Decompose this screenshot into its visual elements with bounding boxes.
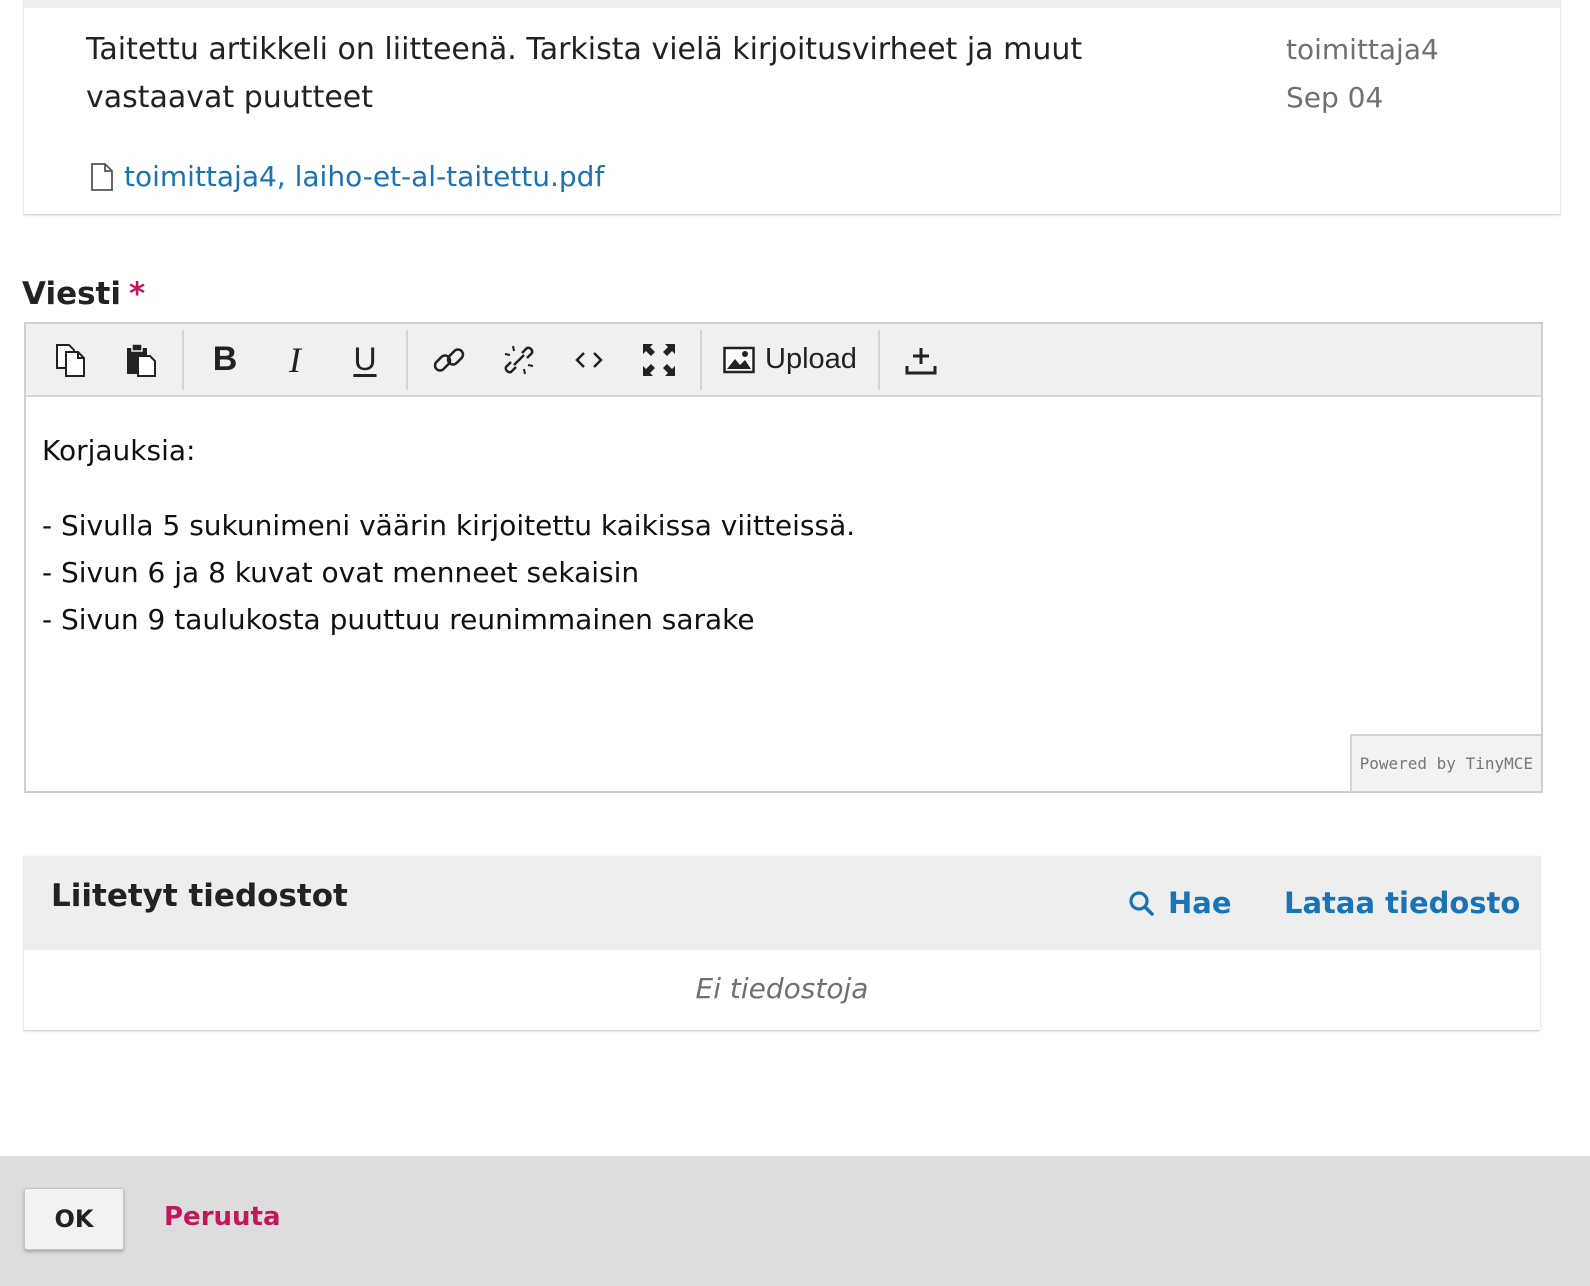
powered-by-tinymce[interactable]: Powered by TinyMCE [1349,734,1541,791]
file-icon [91,162,113,191]
search-files-button[interactable]: Hae [1128,886,1232,920]
upload-image-button[interactable]: Upload [711,333,869,387]
fullscreen-icon [643,343,675,376]
modal-footer: OK Peruuta [0,1156,1590,1286]
editor-line: - Sivun 9 taulukosta puuttuu reunimmaine… [42,603,755,636]
attached-files-header: Liitetyt tiedostot Hae Lataa tiedosto [24,856,1540,950]
toolbar-group-format: B I U [184,329,408,390]
rich-text-editor: B I U Upload Korjauksia: - Sivulla 5 suk… [24,322,1543,793]
message-label-text: Viesti [22,276,121,312]
underline-button[interactable]: U [333,333,397,387]
attachment-link[interactable]: toimittaja4, laiho-et-al-taitettu.pdf [90,160,604,193]
copy-button[interactable] [39,333,103,387]
insert-button[interactable] [889,333,953,387]
ok-button[interactable]: OK [24,1188,124,1250]
message-date: Sep 04 [1286,81,1384,114]
editor-line: - Sivulla 5 sukunimeni väärin kirjoitett… [42,509,856,542]
previous-message-text: Taitettu artikkeli on liitteenä. Tarkist… [86,32,1083,115]
upload-file-button[interactable]: Lataa tiedosto [1284,886,1520,920]
italic-icon: I [289,339,301,380]
search-files-label: Hae [1168,886,1232,920]
copy-icon [56,343,85,377]
message-label: Viesti * [22,276,145,312]
code-icon [575,351,603,368]
toolbar-group-upload: Upload [702,329,880,390]
search-icon [1129,891,1154,916]
link-icon [433,347,465,372]
fullscreen-button[interactable] [627,333,691,387]
image-upload-icon [723,346,755,373]
attachment-name: toimittaja4, laiho-et-al-taitettu.pdf [124,160,605,193]
italic-button[interactable]: I [263,333,327,387]
unlink-button[interactable] [487,333,551,387]
upload-file-label: Lataa tiedosto [1284,886,1521,920]
editor-content-area[interactable]: Korjauksia: - Sivulla 5 sukunimeni vääri… [26,397,1541,791]
attached-files-title: Liitetyt tiedostot [51,878,348,914]
no-files-text: Ei tiedostoja [695,972,869,1005]
editor-line: - Sivun 6 ja 8 kuvat ovat menneet sekais… [42,556,640,589]
toolbar-group-extra [880,330,962,390]
editor-toolbar: B I U Upload [26,324,1541,397]
previous-message-card: Taitettu artikkeli on liitteenä. Tarkist… [24,0,1560,214]
previous-message-meta: toimittaja4 Sep 04 [1286,26,1439,122]
bold-button[interactable]: B [193,333,257,387]
toolbar-group-clipboard [30,329,184,390]
attached-files-panel: Liitetyt tiedostot Hae Lataa tiedosto Ei… [24,856,1540,1030]
bold-icon: B [212,340,238,378]
cancel-link[interactable]: Peruuta [164,1202,281,1232]
link-button[interactable] [417,333,481,387]
required-marker: * [129,276,146,312]
editor-line: Korjauksia: [42,434,196,467]
message-author: toimittaja4 [1286,33,1439,66]
code-button[interactable] [557,333,621,387]
upload-label: Upload [765,343,857,375]
unlink-icon [504,345,534,374]
toolbar-group-insert [408,329,702,390]
underline-icon: U [353,341,377,377]
paste-button[interactable] [109,333,173,387]
insert-icon [905,347,937,374]
paste-icon [127,342,156,377]
